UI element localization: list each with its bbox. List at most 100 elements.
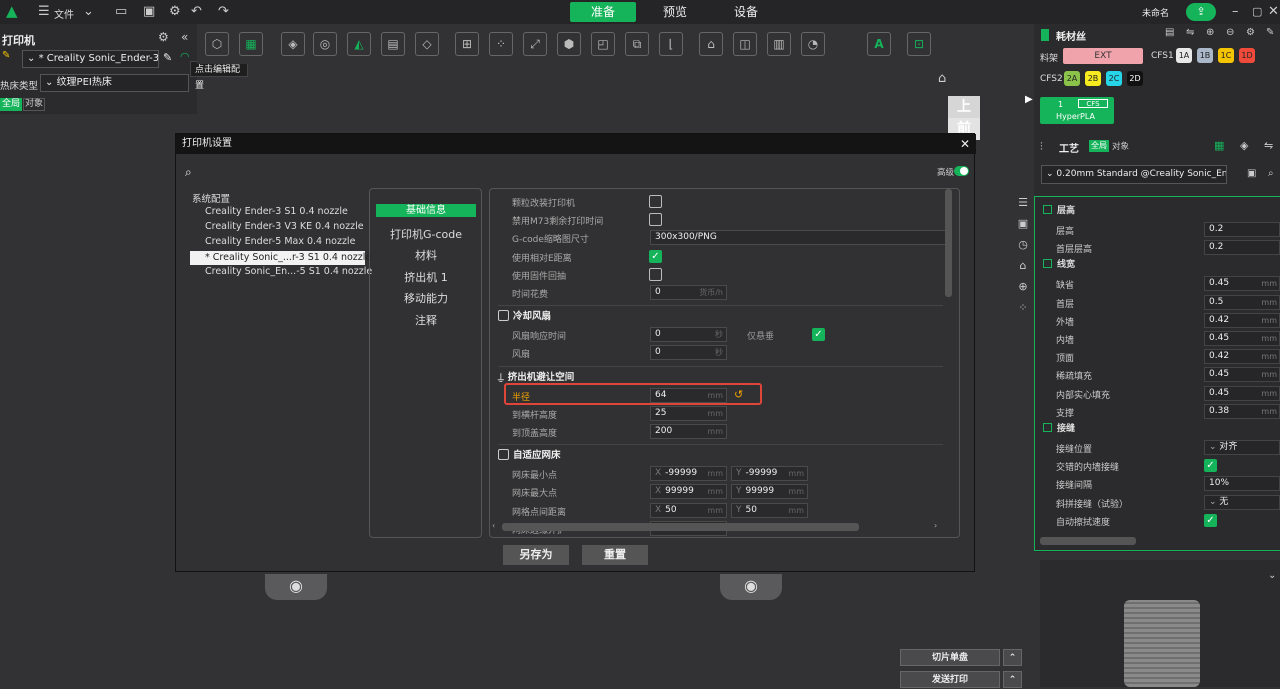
sync-icon[interactable]: ⇋ — [1186, 27, 1194, 38]
process-compare-icon[interactable]: ◈ — [1240, 139, 1248, 152]
hamburger-menu-icon[interactable]: ☰ — [38, 4, 50, 20]
mesh-y-input[interactable]: Y 50 mm — [731, 502, 808, 518]
dialog-search-icon[interactable]: ⌕ — [185, 165, 192, 180]
setting-input[interactable]: 300x300/PNG — [650, 230, 950, 246]
process-group-header[interactable]: 接缝 — [1043, 421, 1243, 437]
process-value-input[interactable]: ⌄ 无 — [1204, 494, 1280, 510]
close-window-icon[interactable]: ✕ — [1268, 4, 1279, 20]
nav-item-1[interactable]: 打印机G-code — [376, 226, 476, 242]
setting-checkbox[interactable] — [649, 195, 662, 208]
fuzzy-skin-icon[interactable]: ◔ — [801, 32, 825, 56]
process-group-header[interactable]: 层高 — [1043, 203, 1243, 219]
process-sync-icon[interactable]: ⇋ — [1264, 139, 1273, 152]
add-plate-icon[interactable]: ▦ — [239, 32, 263, 56]
split-plate-icon[interactable]: ▤ — [381, 32, 405, 56]
collapse-panel-icon[interactable]: « — [181, 30, 188, 44]
process-checkbox[interactable]: ✓ — [1204, 459, 1217, 473]
edit-printer-icon[interactable]: ✎ — [163, 51, 172, 64]
text-tool-icon[interactable]: A — [867, 32, 891, 56]
remove-filament-icon[interactable]: ⊖ — [1226, 27, 1234, 38]
maximize-icon[interactable]: ▢ — [1252, 4, 1262, 20]
dialog-close-icon[interactable]: ✕ — [960, 137, 970, 151]
support-paint-icon[interactable]: ⌂ — [699, 32, 723, 56]
process-value-input[interactable]: 0.5 mm — [1204, 294, 1280, 310]
mesh-x-input[interactable]: X -99999 mm — [650, 466, 727, 482]
overhang-only-checkbox[interactable]: ✓ — [812, 328, 825, 342]
setting-input[interactable]: 0秒 — [650, 327, 727, 343]
support-tab-icon[interactable]: ⌂ — [1014, 259, 1032, 280]
save-icon[interactable]: ▣ — [143, 4, 155, 20]
multimaterial-tab-icon[interactable]: ⊕ — [1014, 280, 1032, 301]
send-print-button[interactable]: 发送打印 — [900, 671, 1000, 688]
chevron-down-icon[interactable]: ⌄ — [83, 4, 94, 20]
setting-input[interactable]: 0 货币/h — [650, 285, 727, 300]
process-value-input[interactable]: 0.45 mm — [1204, 385, 1280, 401]
others-tab-icon[interactable]: ⁘ — [1014, 301, 1032, 322]
redo-icon[interactable]: ↷ — [218, 4, 229, 20]
process-group-header[interactable]: 线宽 — [1043, 257, 1243, 273]
tab-prepare[interactable]: 准备 — [570, 2, 636, 22]
search-preset-icon[interactable]: ⌕ — [1268, 168, 1274, 179]
scope-object-button[interactable]: 对象 — [23, 98, 45, 111]
wifi-icon[interactable]: ◠ — [180, 50, 190, 63]
setting-checkbox[interactable] — [649, 213, 662, 227]
setting-input[interactable]: 200 mm — [650, 424, 727, 439]
add-model-icon[interactable]: ⬡ — [205, 32, 229, 56]
panel-expand-arrow-icon[interactable]: ▶ — [1025, 94, 1033, 105]
filament-edit-icon[interactable]: ✎ — [1266, 27, 1274, 38]
setting-input[interactable]: 25 mm — [650, 405, 727, 421]
process-preset-select[interactable]: ⌄ 0.20mm Standard @Creality Sonic_Ender.… — [1041, 165, 1227, 184]
setting-checkbox[interactable]: ✓ — [649, 249, 662, 263]
tree-item-printer[interactable]: Creality Sonic_En...-5 S1 0.4 nozzle — [205, 266, 372, 277]
process-scope-object[interactable]: 对象 — [1112, 140, 1129, 152]
color-paint-icon[interactable]: ▥ — [767, 32, 791, 56]
process-scope-global[interactable]: 全局 — [1089, 140, 1109, 152]
nav-item-3[interactable]: 挤出机 1 — [376, 269, 476, 285]
open-folder-icon[interactable]: ▭ — [115, 4, 127, 20]
revert-icon[interactable]: ↺ — [734, 388, 743, 401]
mesh-y-input[interactable]: Y -99999 mm — [731, 466, 808, 482]
process-value-input[interactable]: 0.45 mm — [1204, 367, 1280, 383]
send-dropdown-button[interactable]: ⌃ — [1003, 671, 1022, 688]
undo-icon[interactable]: ↶ — [191, 4, 202, 20]
view-cube-top[interactable]: 上 — [948, 96, 980, 118]
filament-slot-2d[interactable]: 2D — [1127, 71, 1143, 86]
content-hscrollbar[interactable] — [502, 523, 859, 531]
setting-input[interactable]: 0秒 — [650, 345, 727, 361]
mesh-x-input[interactable]: X 99999 mm — [650, 484, 727, 500]
add-filament-icon[interactable]: ⊕ — [1206, 27, 1214, 38]
ext-slot[interactable]: EXT — [1063, 48, 1143, 64]
filament-slot-2a[interactable]: 2A — [1064, 71, 1080, 86]
process-hscrollbar[interactable] — [1040, 537, 1136, 545]
printer-settings-gear-icon[interactable]: ⚙ — [158, 30, 169, 44]
filament-slot-1b[interactable]: 1B — [1197, 48, 1213, 63]
mesh-x-input[interactable]: X 50 mm — [650, 502, 727, 518]
printer-select[interactable]: ⌄ * Creality Sonic_Ender-3 S1 . — [22, 50, 159, 68]
advanced-toggle[interactable] — [954, 166, 969, 176]
process-value-input[interactable]: 10% — [1204, 476, 1280, 492]
process-checkbox[interactable]: ✓ — [1204, 513, 1217, 527]
tree-item-printer[interactable]: Creality Ender-3 S1 0.4 nozzle — [205, 206, 348, 217]
auto-arrange-icon[interactable]: ◭ — [347, 32, 371, 56]
filament-settings-icon[interactable]: ▤ — [1165, 27, 1174, 38]
process-value-input[interactable]: 0.42 mm — [1204, 312, 1280, 328]
process-value-input[interactable]: ⌄ 对齐 — [1204, 440, 1280, 455]
filament-slot-1a[interactable]: 1A — [1176, 48, 1192, 63]
process-value-input[interactable]: 0.45 mm — [1204, 276, 1280, 292]
tab-preview[interactable]: 预览 — [645, 2, 705, 22]
scale-icon[interactable]: ⤢ — [523, 32, 547, 56]
save-as-button[interactable]: 另存为 — [503, 545, 569, 565]
file-menu[interactable]: 文件 — [54, 6, 74, 21]
nav-item-0[interactable]: 基础信息 — [376, 204, 476, 217]
nav-item-2[interactable]: 材料 — [376, 247, 476, 263]
arrange-icon[interactable]: ◎ — [313, 32, 337, 56]
filament-slot-2b[interactable]: 2B — [1085, 71, 1101, 86]
strength-tab-icon[interactable]: ▣ — [1014, 217, 1032, 238]
slice-dropdown-button[interactable]: ⌃ — [1003, 649, 1022, 666]
tree-item-printer[interactable]: Creality Ender-3 V3 KE 0.4 nozzle — [205, 221, 364, 232]
cloud-upload-icon[interactable]: ⇪ — [1186, 3, 1216, 21]
seam-paint-icon[interactable]: ◫ — [733, 32, 757, 56]
measure-icon[interactable]: ⌊ — [659, 32, 683, 56]
filament-slot-1c[interactable]: 1C — [1218, 48, 1234, 63]
filament-gear-icon[interactable]: ⚙ — [1246, 27, 1255, 38]
